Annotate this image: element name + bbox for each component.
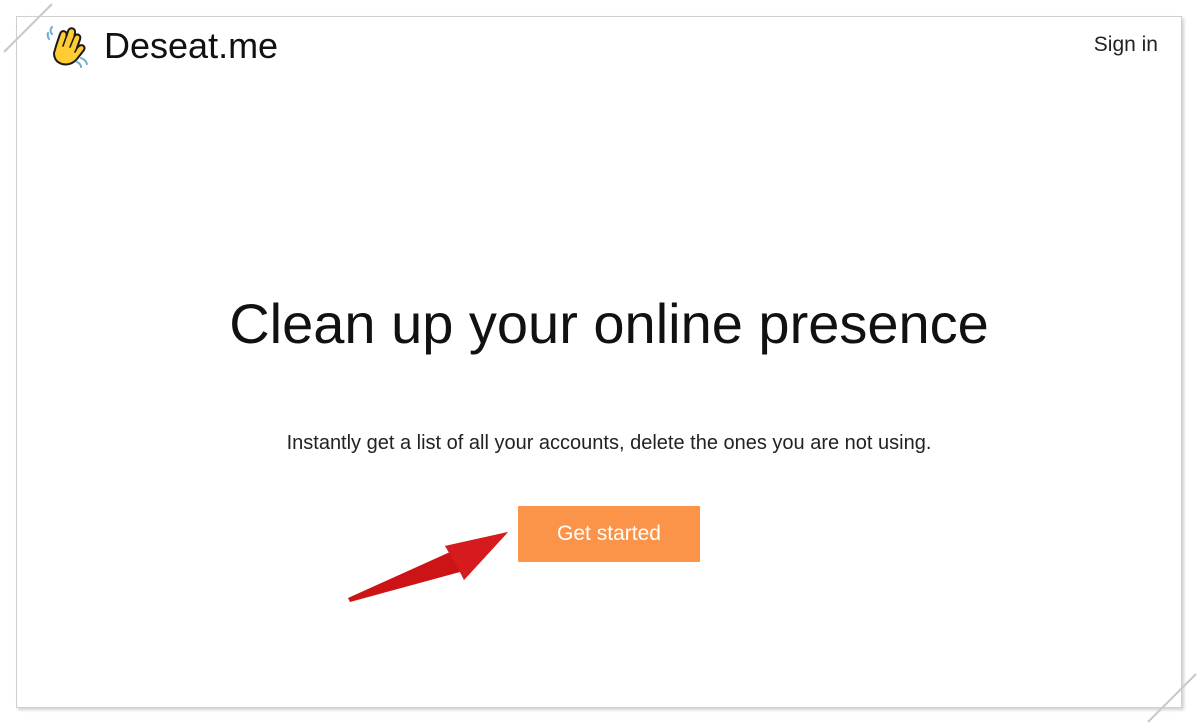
hero-subtitle: Instantly get a list of all your account… bbox=[286, 432, 932, 454]
get-started-button[interactable]: Get started bbox=[518, 506, 700, 562]
brand-name: Deseat.me bbox=[104, 25, 279, 66]
brand-logo-link[interactable]: Deseat.me bbox=[46, 24, 278, 68]
sign-in-link[interactable]: Sign in bbox=[1094, 33, 1158, 57]
waving-hand-icon bbox=[46, 24, 90, 68]
hero-title: Clean up your online presence bbox=[229, 292, 989, 355]
page-frame bbox=[16, 16, 1182, 708]
